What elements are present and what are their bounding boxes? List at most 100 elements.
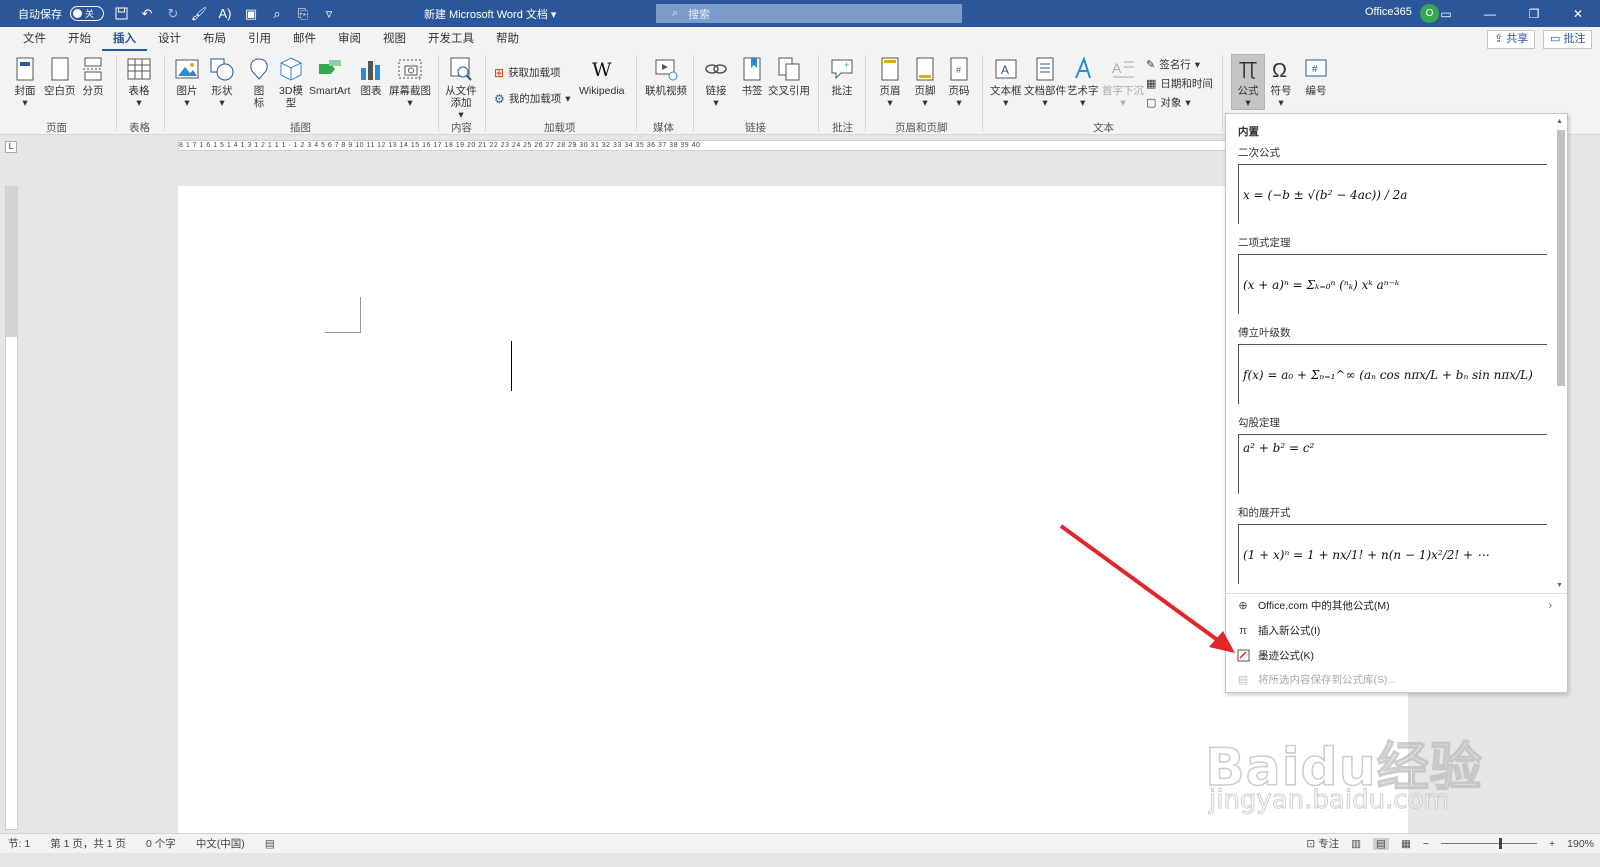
save-icon[interactable] <box>112 5 130 23</box>
get-addins-button[interactable]: ⊞ 获取加载项 <box>494 65 561 80</box>
comments-button[interactable]: ▭ 批注 <box>1543 30 1593 49</box>
page-break-button[interactable]: 分页 <box>80 56 106 97</box>
save-selection-to-gallery-menu-item[interactable]: ▤ 将所选内容保存到公式库(S)... <box>1236 672 1556 687</box>
tab-file[interactable]: 文件 <box>12 27 57 51</box>
tab-mailings[interactable]: 邮件 <box>282 27 327 51</box>
share-network-icon[interactable]: ⎘ <box>294 5 312 23</box>
wordart-button[interactable]: 艺术字 ▾ <box>1067 56 1099 109</box>
status-bar: 节: 1 第 1 页，共 1 页 0 个字 中文(中国) ▤ ⊡ 专注 ▥ ▤ … <box>0 833 1600 853</box>
zoom-in-button[interactable]: + <box>1549 838 1555 850</box>
my-addins-button[interactable]: ⚙ 我的加载项 ▾ <box>494 91 571 106</box>
title-bar: 自动保存 关 ↶ ↻ 🖌 A) ▣ ⌕ ⎘ ▿ 新建 Microsoft Wor… <box>0 0 1600 27</box>
tab-layout[interactable]: 布局 <box>192 27 237 51</box>
minimize-icon[interactable]: — <box>1468 0 1512 27</box>
shapes-button[interactable]: 形状 ▾ <box>209 56 235 109</box>
blank-page-button[interactable]: 空白页 <box>44 56 76 97</box>
chevron-right-icon: › <box>1548 600 1552 611</box>
svg-text:Ω: Ω <box>1272 60 1287 82</box>
symbol-button[interactable]: Ω 符号 ▾ <box>1268 56 1294 109</box>
zoom-level[interactable]: 190% <box>1567 838 1594 850</box>
ink-equation-menu-item[interactable]: 墨迹公式(K) <box>1236 648 1556 663</box>
redo-icon[interactable]: ↻ <box>164 5 182 23</box>
group-label-addins: 加载项 <box>544 122 576 134</box>
cover-page-button[interactable]: 封面 ▾ <box>12 56 38 109</box>
equation-binomial[interactable]: (x + a)ⁿ = Σₖ₌₀ⁿ (ⁿₖ) xᵏ aⁿ⁻ᵏ <box>1238 254 1547 314</box>
equation-fourier[interactable]: f(x) = a₀ + Σₙ₌₁^∞ (aₙ cos nπx/L + bₙ si… <box>1238 344 1547 404</box>
tab-design[interactable]: 设计 <box>147 27 192 51</box>
picture-button[interactable]: 图片 ▾ <box>174 56 200 109</box>
language-indicator[interactable]: 中文(中国) <box>196 836 245 851</box>
link-button[interactable]: 链接 ▾ <box>703 56 729 109</box>
tab-developer[interactable]: 开发工具 <box>417 27 485 51</box>
bookmark-button[interactable]: 书签 <box>739 56 765 97</box>
vertical-ruler[interactable] <box>5 186 18 830</box>
image-icon[interactable]: ▣ <box>242 5 260 23</box>
text-box-button[interactable]: A 文本框 ▾ <box>990 56 1022 109</box>
find-icon[interactable]: ⌕ <box>268 5 286 23</box>
restore-icon[interactable]: ❐ <box>1512 0 1556 27</box>
3d-model-button[interactable]: 3D模型 <box>278 56 304 109</box>
page-indicator[interactable]: 第 1 页，共 1 页 <box>50 836 126 851</box>
text-cursor <box>511 341 512 391</box>
format-painter-icon[interactable]: 🖌 <box>190 5 208 23</box>
close-icon[interactable]: ✕ <box>1556 0 1600 27</box>
web-layout-icon[interactable]: ▦ <box>1401 838 1411 850</box>
search-box[interactable]: ⌕ 搜索 <box>656 4 962 23</box>
tab-home[interactable]: 开始 <box>57 27 102 51</box>
3d-cube-icon <box>280 57 302 81</box>
autosave-toggle[interactable]: 关 <box>70 6 104 21</box>
tab-insert[interactable]: 插入 <box>102 27 147 51</box>
insert-new-equation-menu-item[interactable]: π 插入新公式(I) <box>1236 623 1556 638</box>
online-video-button[interactable]: 联机视频 <box>645 56 687 97</box>
share-button[interactable]: ⇪ 共享 <box>1487 30 1536 49</box>
undo-icon[interactable]: ↶ <box>138 5 156 23</box>
footer-button[interactable]: 页脚 ▾ <box>912 56 938 109</box>
equation-button[interactable]: 公式 ▾ <box>1231 54 1265 110</box>
icons-icon <box>250 58 268 80</box>
header-button[interactable]: 页眉 ▾ <box>877 56 903 109</box>
signature-line-button[interactable]: ✎ 签名行 ▾ <box>1146 57 1200 72</box>
more-equations-office-menu-item[interactable]: ⊕ Office.com 中的其他公式(M) › <box>1236 598 1556 613</box>
number-button[interactable]: # 编号 <box>1303 56 1329 97</box>
print-layout-icon[interactable]: ▤ <box>1373 837 1389 850</box>
quick-parts-button[interactable]: 文档部件 ▾ <box>1024 56 1066 109</box>
cross-reference-button[interactable]: 交叉引用 <box>768 56 810 97</box>
link-icon <box>705 64 727 74</box>
new-comment-button[interactable]: + 批注 <box>829 56 855 97</box>
equation-quadratic[interactable]: x = (−b ± √(b² − 4ac)) / 2a <box>1238 164 1547 224</box>
tab-references[interactable]: 引用 <box>237 27 282 51</box>
quick-parts-icon <box>1036 57 1054 81</box>
tab-review[interactable]: 审阅 <box>327 27 372 51</box>
wikipedia-icon: W <box>592 59 612 81</box>
chart-button[interactable]: 图表 <box>358 56 384 97</box>
document-title[interactable]: 新建 Microsoft Word 文档 ▾ <box>424 6 556 22</box>
tab-selector[interactable]: L <box>5 141 17 153</box>
equation-pythagorean[interactable]: a² + b² = c² <box>1238 434 1547 494</box>
from-file-button[interactable]: 从文件添加 ▾ <box>445 56 477 121</box>
customize-qat-icon[interactable]: ▿ <box>320 5 338 23</box>
read-aloud-icon[interactable]: A) <box>216 5 234 23</box>
equation-expansion-of-sum[interactable]: (1 + x)ⁿ = 1 + nx/1! + n(n − 1)x²/2! + ⋯ <box>1238 524 1547 584</box>
track-changes-icon[interactable]: ▤ <box>265 838 275 850</box>
zoom-slider[interactable] <box>1441 838 1537 849</box>
section-indicator[interactable]: 节: 1 <box>8 836 30 851</box>
horizontal-ruler[interactable]: 8 1 7 1 6 1 5 1 4 1 3 1 2 1 1 1 · 1 2 3 … <box>178 140 1250 151</box>
ribbon-display-icon[interactable]: ▭ <box>1424 0 1468 27</box>
table-button[interactable]: 表格 ▾ <box>126 56 152 109</box>
smartart-button[interactable]: SmartArt <box>309 56 350 97</box>
word-count[interactable]: 0 个字 <box>146 836 176 851</box>
object-button[interactable]: ▢ 对象 ▾ <box>1146 95 1191 110</box>
user-name[interactable]: Office365 <box>1365 6 1412 18</box>
icons-button[interactable]: 图标 <box>246 56 272 109</box>
date-time-button[interactable]: ▦ 日期和时间 <box>1146 76 1213 91</box>
wikipedia-button[interactable]: W Wikipedia <box>579 56 625 97</box>
zoom-out-button[interactable]: − <box>1423 838 1429 850</box>
gallery-scrollbar[interactable]: ▲ ▼ <box>1555 118 1567 593</box>
screenshot-button[interactable]: + 屏幕截图 ▾ <box>389 56 431 109</box>
tab-view[interactable]: 视图 <box>372 27 417 51</box>
page-number-button[interactable]: # 页码 ▾ <box>946 56 972 109</box>
tab-help[interactable]: 帮助 <box>485 27 530 51</box>
focus-mode-button[interactable]: ⊡ 专注 <box>1306 836 1339 851</box>
drop-cap-button[interactable]: A 首字下沉 ▾ <box>1102 56 1144 109</box>
read-mode-icon[interactable]: ▥ <box>1351 838 1361 850</box>
